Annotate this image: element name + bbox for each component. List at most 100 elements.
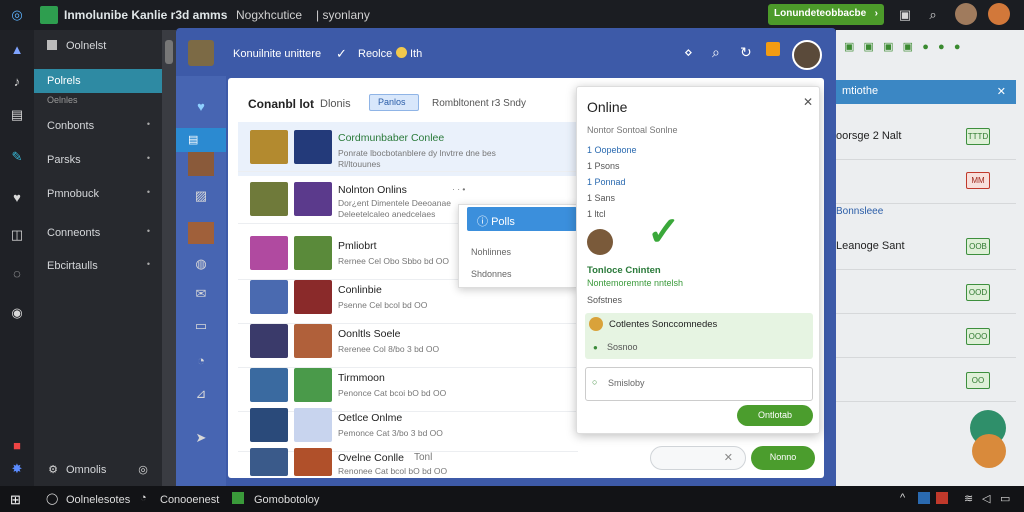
window-icon[interactable]: ▣ xyxy=(896,6,914,24)
row-title: Tirmmoon xyxy=(338,372,385,384)
sidebar-item-conneonts[interactable]: Conneonts • xyxy=(34,221,162,245)
chevron-right-icon: › xyxy=(874,8,878,19)
right-row-badge: TTTD xyxy=(966,128,990,145)
message-input[interactable]: ○ Smisloby xyxy=(585,367,813,401)
right-row[interactable]: oorsge 2 Nalt TTTD xyxy=(836,116,1016,160)
pen-icon[interactable]: ✎ xyxy=(8,148,26,166)
music-icon[interactable]: ♪ xyxy=(8,72,26,90)
row-thumbnail xyxy=(250,408,288,442)
nav-item[interactable]: Nogxhcutice xyxy=(236,8,302,22)
close-icon[interactable]: ✕ xyxy=(997,85,1006,98)
sync-icon[interactable]: ↻ xyxy=(740,44,752,61)
battery-icon[interactable]: ▭ xyxy=(1000,492,1010,505)
primary-button-label: Nonno xyxy=(769,452,797,462)
right-row[interactable]: Leanoge Sant OOB xyxy=(836,226,1016,270)
row-thumbnail xyxy=(250,130,288,164)
secondary-button[interactable]: ✕ xyxy=(650,446,746,470)
alert-icon[interactable]: ■ xyxy=(8,436,26,454)
sidebar-scrollbar[interactable] xyxy=(162,30,176,486)
wifi-icon[interactable]: ≋ xyxy=(964,492,973,505)
contact-avatar[interactable] xyxy=(587,229,613,255)
assistant-avatar[interactable] xyxy=(972,434,1006,468)
right-row[interactable]: OO xyxy=(836,358,1016,402)
mail-icon[interactable]: ✉ xyxy=(188,282,214,306)
side-tab-thumb[interactable] xyxy=(188,222,214,244)
table-row[interactable]: Ovelne Conlle Tonl Renonee Cat bcol bO b… xyxy=(238,444,578,478)
panel-action-label: Ontlotab xyxy=(757,410,793,420)
filter-tab[interactable]: Rombltonent r3 Sndy xyxy=(432,98,526,109)
globe-icon[interactable]: ◍ xyxy=(188,252,214,276)
right-row[interactable]: MM xyxy=(836,160,1016,204)
dropdown-item[interactable]: Shdonnes xyxy=(471,269,512,279)
filter-tab[interactable]: Dlonis xyxy=(320,98,351,110)
right-row[interactable]: OOO xyxy=(836,314,1016,358)
image-icon[interactable]: ▨ xyxy=(188,184,214,208)
avatar[interactable] xyxy=(955,3,977,25)
circle-icon[interactable]: ◯ xyxy=(46,492,58,505)
share-icon[interactable]: ⋄ xyxy=(684,44,693,61)
sidebar-footer[interactable]: Omnolis xyxy=(66,464,106,476)
filter-pill[interactable]: Panlos xyxy=(369,94,419,111)
sidebar-item-conbonts[interactable]: Conbonts • xyxy=(34,114,162,138)
notification-icon[interactable] xyxy=(766,42,780,56)
chat-icon[interactable]: ◔ xyxy=(188,348,214,372)
heart-badge-icon[interactable]: ♥ xyxy=(188,94,214,118)
profile-icon[interactable] xyxy=(988,3,1010,25)
row-subtitle: Ponrate lbocbotanblere dy lnvtrre dne be… xyxy=(338,148,496,158)
close-icon[interactable]: ✕ xyxy=(803,95,813,109)
taskbar-item[interactable]: Oolnelesotes xyxy=(66,494,130,506)
heart-icon[interactable]: ♥ xyxy=(8,188,26,206)
chat-icon[interactable]: ◔ xyxy=(140,492,147,504)
search-icon[interactable]: ⌕ xyxy=(712,44,720,61)
sidebar-item-label: Polrels xyxy=(47,75,81,87)
network-icon[interactable] xyxy=(918,492,930,504)
table-row[interactable]: Oonltls Soele Rerenee Col 8/bo 3 bd OO xyxy=(238,320,578,368)
volume-icon[interactable]: ◁ xyxy=(982,492,990,505)
user-avatar[interactable] xyxy=(792,40,822,70)
side-tab-active[interactable]: ▤ xyxy=(176,128,226,152)
sidebar: Oolnelst Polrels Oelnles Conbonts • Parsk… xyxy=(34,30,162,486)
scroll-thumb[interactable] xyxy=(165,40,173,64)
side-tab-thumb[interactable] xyxy=(188,152,214,176)
disc-icon[interactable]: ◉ xyxy=(8,304,26,322)
inbox-icon[interactable]: ▤ xyxy=(8,106,26,124)
panel-line: 1 Psons xyxy=(587,161,620,171)
gear-icon[interactable]: ⚙ xyxy=(46,462,60,476)
search-icon[interactable]: ⌕ xyxy=(924,6,942,24)
highlight-box[interactable]: Cotlentes Sonccomnedes ● Sosnoo xyxy=(585,313,813,359)
table-row[interactable]: Cordmunbaber Conlee Ponrate lbocbotanble… xyxy=(238,124,578,172)
send-icon[interactable]: ➤ xyxy=(188,426,214,450)
nav-item[interactable]: | syonlany xyxy=(316,8,370,22)
sidebar-item-ebcirtaulls[interactable]: Ebcirtaulls • xyxy=(34,254,162,278)
primary-button[interactable]: Nonno xyxy=(751,446,815,470)
icon-rail: ▲ ♪ ▤ ✎ ♥ ◫ ◌ ◉ ■ ✸ xyxy=(0,30,34,486)
edit-icon[interactable]: ⊿ xyxy=(188,382,214,406)
sidebar-item-pmnobuck[interactable]: Pmnobuck • xyxy=(34,182,162,206)
panel-action-button[interactable]: Ontlotab xyxy=(737,405,813,426)
sidebar-item-polrels[interactable]: Polrels xyxy=(34,69,162,93)
chevron-up-icon[interactable]: ^ xyxy=(900,492,905,504)
row-thumbnail xyxy=(250,324,288,358)
panel-line[interactable]: 1 Oopebone xyxy=(587,145,637,155)
sidebar-item-label: Conneonts xyxy=(47,227,101,239)
dropdown-item-active[interactable]: ⓘ Polls xyxy=(467,207,577,231)
dropdown-item[interactable]: Nohlinnes xyxy=(471,247,511,257)
layout-icon[interactable]: ▭ xyxy=(188,314,214,338)
row-thumbnail xyxy=(294,182,332,216)
row-subtitle: Rerenee Col 8/bo 3 bd OO xyxy=(338,344,440,354)
taskbar-item[interactable]: Gomobotoloy xyxy=(254,494,319,506)
panel-line[interactable]: 1 Ponnad xyxy=(587,177,626,187)
taskbar-item[interactable]: Conooenest xyxy=(160,494,219,506)
sidebar-item-parsks[interactable]: Parsks • xyxy=(34,148,162,172)
security-icon[interactable] xyxy=(936,492,948,504)
home-icon[interactable]: ▲ xyxy=(8,40,26,58)
frame-icon[interactable]: ◫ xyxy=(8,226,26,244)
start-icon[interactable]: ⊞ xyxy=(10,492,24,507)
settings-icon[interactable]: ✸ xyxy=(8,460,26,478)
browser-logo-icon[interactable]: ◎ xyxy=(8,6,26,24)
right-row[interactable]: OOD xyxy=(836,270,1016,314)
primary-top-button[interactable]: Lonundeteobbacbe › xyxy=(768,4,884,25)
panel-green-sub: Nontemoremnte nntelsh xyxy=(587,278,684,288)
chat-icon[interactable]: ◌ xyxy=(8,264,26,282)
options-icon[interactable]: ◎ xyxy=(136,462,150,476)
